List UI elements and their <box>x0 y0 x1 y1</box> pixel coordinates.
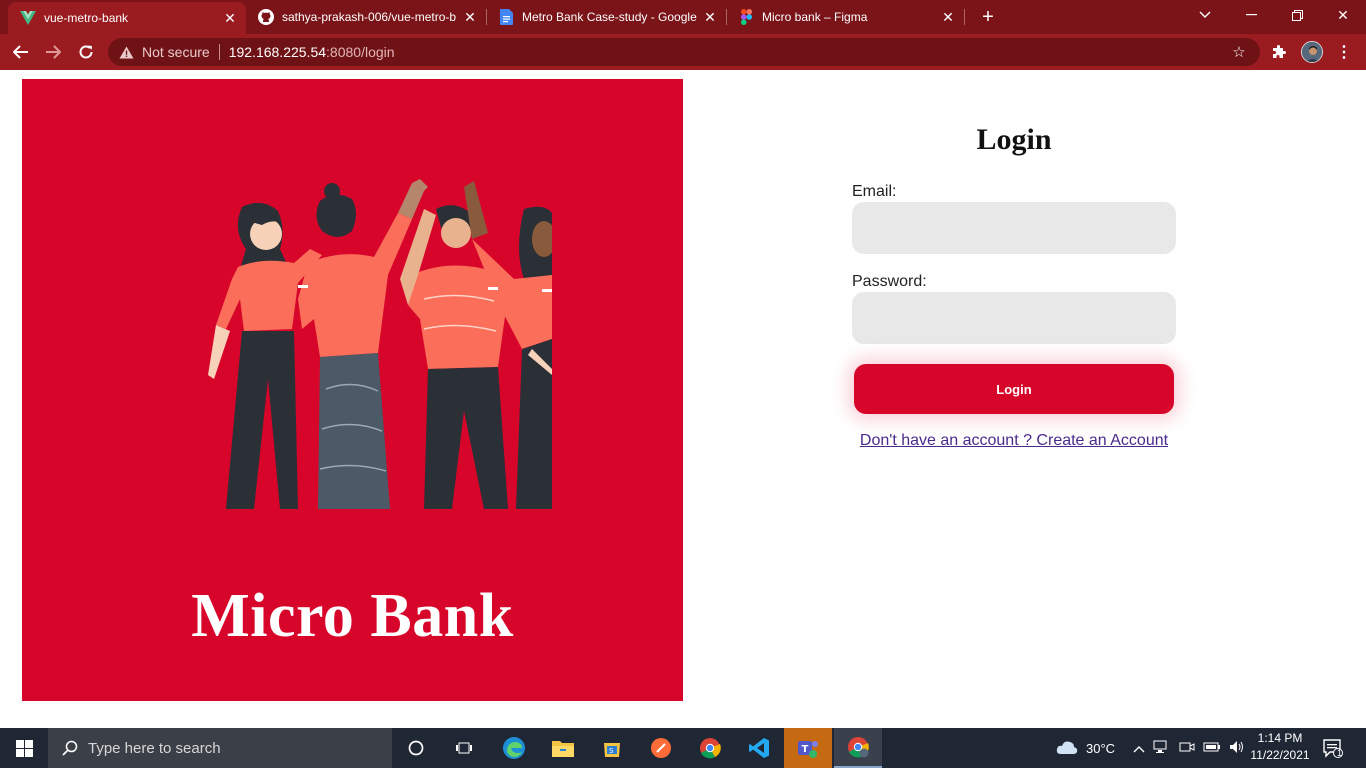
svg-text:T: T <box>802 744 809 755</box>
tab-title: sathya-prakash-006/vue-metro-b <box>282 10 457 24</box>
team-high-five-illustration <box>208 179 552 509</box>
clock-date: 11/22/2021 <box>1250 748 1310 762</box>
network-icon[interactable] <box>1153 740 1171 757</box>
github-icon <box>258 9 274 25</box>
store-app-icon[interactable]: S <box>588 728 636 768</box>
login-button[interactable]: Login <box>854 364 1174 414</box>
battery-icon[interactable] <box>1203 741 1221 756</box>
tab-github[interactable]: sathya-prakash-006/vue-metro-b ✕ <box>246 0 486 34</box>
file-explorer-icon[interactable] <box>539 728 587 768</box>
new-tab-button[interactable]: + <box>976 5 1000 29</box>
svg-text:S: S <box>609 747 614 755</box>
address-divider <box>218 44 220 60</box>
teams-icon[interactable]: T <box>784 728 832 768</box>
warning-icon[interactable] <box>118 44 134 60</box>
task-view-icon[interactable] <box>440 728 488 768</box>
tab-google-docs[interactable]: Metro Bank Case-study - Google ✕ <box>486 0 726 34</box>
restore-button[interactable] <box>1274 0 1320 30</box>
password-label: Password: <box>852 273 927 290</box>
chrome-icon[interactable] <box>686 728 734 768</box>
email-field[interactable] <box>852 202 1176 254</box>
close-icon[interactable]: ✕ <box>462 9 478 25</box>
windows-taskbar: Type here to search S T 30°C 1:14 PM 11/… <box>0 728 1366 768</box>
extensions-puzzle-icon[interactable] <box>1268 41 1290 63</box>
page-viewport: Micro Bank Login Email: Password: Login … <box>0 70 1366 728</box>
figma-icon <box>738 9 754 25</box>
url-path[interactable]: :8080/login <box>326 44 395 60</box>
browser-tab-strip: vue-metro-bank ✕ sathya-prakash-006/vue-… <box>0 0 1366 34</box>
minimize-button[interactable] <box>1228 0 1274 30</box>
weather-widget[interactable]: 30°C <box>1056 728 1115 768</box>
forward-arrow-icon[interactable] <box>40 39 66 65</box>
login-heading: Login <box>976 123 1052 156</box>
bookmark-star-icon[interactable]: ☆ <box>1230 43 1248 61</box>
clock-time: 1:14 PM <box>1257 731 1303 745</box>
meet-now-icon[interactable] <box>1179 740 1195 757</box>
edge-icon[interactable] <box>490 728 538 768</box>
close-icon[interactable]: ✕ <box>702 9 718 25</box>
tab-figma[interactable]: Micro bank – Figma ✕ <box>726 0 964 34</box>
taskbar-search-box[interactable]: Type here to search <box>48 728 392 768</box>
url-host[interactable]: 192.168.225.54 <box>229 44 326 60</box>
tab-vue-metro-bank[interactable]: vue-metro-bank ✕ <box>8 2 246 34</box>
back-arrow-icon[interactable] <box>8 39 34 65</box>
cortana-icon[interactable] <box>392 728 440 768</box>
tab-title: vue-metro-bank <box>44 11 129 25</box>
profile-avatar[interactable] <box>1301 41 1323 63</box>
brand-title: Micro Bank <box>191 582 514 650</box>
browser-toolbar: Not secure 192.168.225.54:8080/login ☆ ⋮ <box>0 34 1366 70</box>
search-placeholder: Type here to search <box>88 739 221 757</box>
taskbar-clock[interactable]: 1:14 PM 11/22/2021 <box>1248 730 1312 764</box>
system-tray <box>1133 728 1245 768</box>
security-label[interactable]: Not secure <box>142 44 210 60</box>
vue-icon <box>20 10 36 26</box>
windows-start-icon[interactable] <box>0 728 48 768</box>
weather-temp: 30°C <box>1086 740 1116 756</box>
chrome-profile-icon[interactable] <box>834 728 882 768</box>
google-docs-icon <box>498 9 514 25</box>
chevron-up-icon[interactable] <box>1133 741 1145 756</box>
volume-icon[interactable] <box>1229 740 1245 757</box>
notification-center-icon[interactable]: 1 <box>1318 734 1348 762</box>
notification-count: 1 <box>1337 748 1343 758</box>
close-icon[interactable]: ✕ <box>940 9 956 25</box>
browser-menu-icon[interactable]: ⋮ <box>1333 41 1355 63</box>
vscode-icon[interactable] <box>735 728 783 768</box>
close-window-button[interactable]: ✕ <box>1320 0 1366 30</box>
search-icon <box>60 738 80 758</box>
cloud-icon <box>1056 739 1078 758</box>
hero-panel: Micro Bank <box>22 79 683 701</box>
create-account-link[interactable]: Don't have an account ? Create an Accoun… <box>852 432 1176 450</box>
password-field[interactable] <box>852 292 1176 344</box>
close-icon[interactable]: ✕ <box>222 10 238 26</box>
email-label: Email: <box>852 183 897 200</box>
reload-icon[interactable] <box>73 39 99 65</box>
tab-title: Micro bank – Figma <box>762 10 868 24</box>
postman-icon[interactable] <box>637 728 685 768</box>
tab-search-chevron-icon[interactable] <box>1182 0 1228 30</box>
address-bar[interactable]: Not secure 192.168.225.54:8080/login ☆ <box>108 38 1260 66</box>
tab-separator <box>964 9 965 25</box>
tab-title: Metro Bank Case-study - Google <box>522 10 697 24</box>
